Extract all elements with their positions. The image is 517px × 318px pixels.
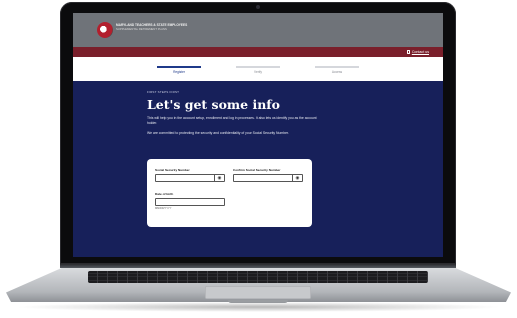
step-bar <box>236 66 280 68</box>
step-label: Verify <box>254 70 262 74</box>
dob-input[interactable] <box>155 198 225 206</box>
eye-icon[interactable]: ◉ <box>292 175 302 181</box>
eye-icon[interactable]: ◉ <box>214 175 224 181</box>
step-bar <box>315 66 359 68</box>
progress-stepper: Register Verify Access <box>73 57 443 81</box>
info-form-card: Social Security Number ◉ Confirm Social … <box>147 159 312 227</box>
ssn-input[interactable]: ◉ <box>155 174 225 182</box>
contact-us-label: Contact us <box>411 50 429 54</box>
step-bar <box>157 66 201 68</box>
logo-text[interactable]: MARYLAND TEACHERS & STATE EMPLOYEES SUPP… <box>116 23 196 31</box>
ssn-label: Social Security Number <box>155 168 190 172</box>
laptop-mockup: MARYLAND TEACHERS & STATE EMPLOYEES SUPP… <box>0 0 517 318</box>
step-access: Access <box>315 66 359 78</box>
laptop-lid: MARYLAND TEACHERS & STATE EMPLOYEES SUPP… <box>60 2 456 264</box>
step-label: Register <box>173 70 185 74</box>
step-register: Register <box>157 66 201 78</box>
camera-icon <box>256 5 260 9</box>
phone-icon <box>406 50 410 54</box>
main-content: FIRST STEPS FIRST Let's get some info Th… <box>73 81 443 257</box>
laptop-hinge <box>60 264 456 268</box>
drop-shadow <box>14 302 503 312</box>
utility-bar <box>73 47 443 57</box>
confirm-ssn-input[interactable]: ◉ <box>233 174 303 182</box>
contact-us-link[interactable]: Contact us <box>406 49 429 55</box>
trackpad <box>205 286 311 299</box>
logo-line2: SUPPLEMENTAL RETIREMENT PLANS <box>116 27 167 31</box>
keyboard <box>88 271 428 283</box>
logo-icon[interactable] <box>97 22 113 38</box>
laptop-screen: MARYLAND TEACHERS & STATE EMPLOYEES SUPP… <box>73 13 443 257</box>
privacy-paragraph: We are committed to protecting the secur… <box>147 131 289 135</box>
step-label: Access <box>331 70 343 74</box>
dob-label: Date of birth <box>155 192 174 196</box>
confirm-ssn-label: Confirm Social Security Number <box>233 168 281 172</box>
step-verify: Verify <box>236 66 280 78</box>
intro-paragraph: This will help you in the account setup,… <box>147 116 317 125</box>
site-header: MARYLAND TEACHERS & STATE EMPLOYEES SUPP… <box>73 13 443 47</box>
dob-hint: MM/DD/YYYY <box>155 207 172 210</box>
eyebrow-text: FIRST STEPS FIRST <box>147 90 180 94</box>
page-title: Let's get some info <box>147 97 281 112</box>
